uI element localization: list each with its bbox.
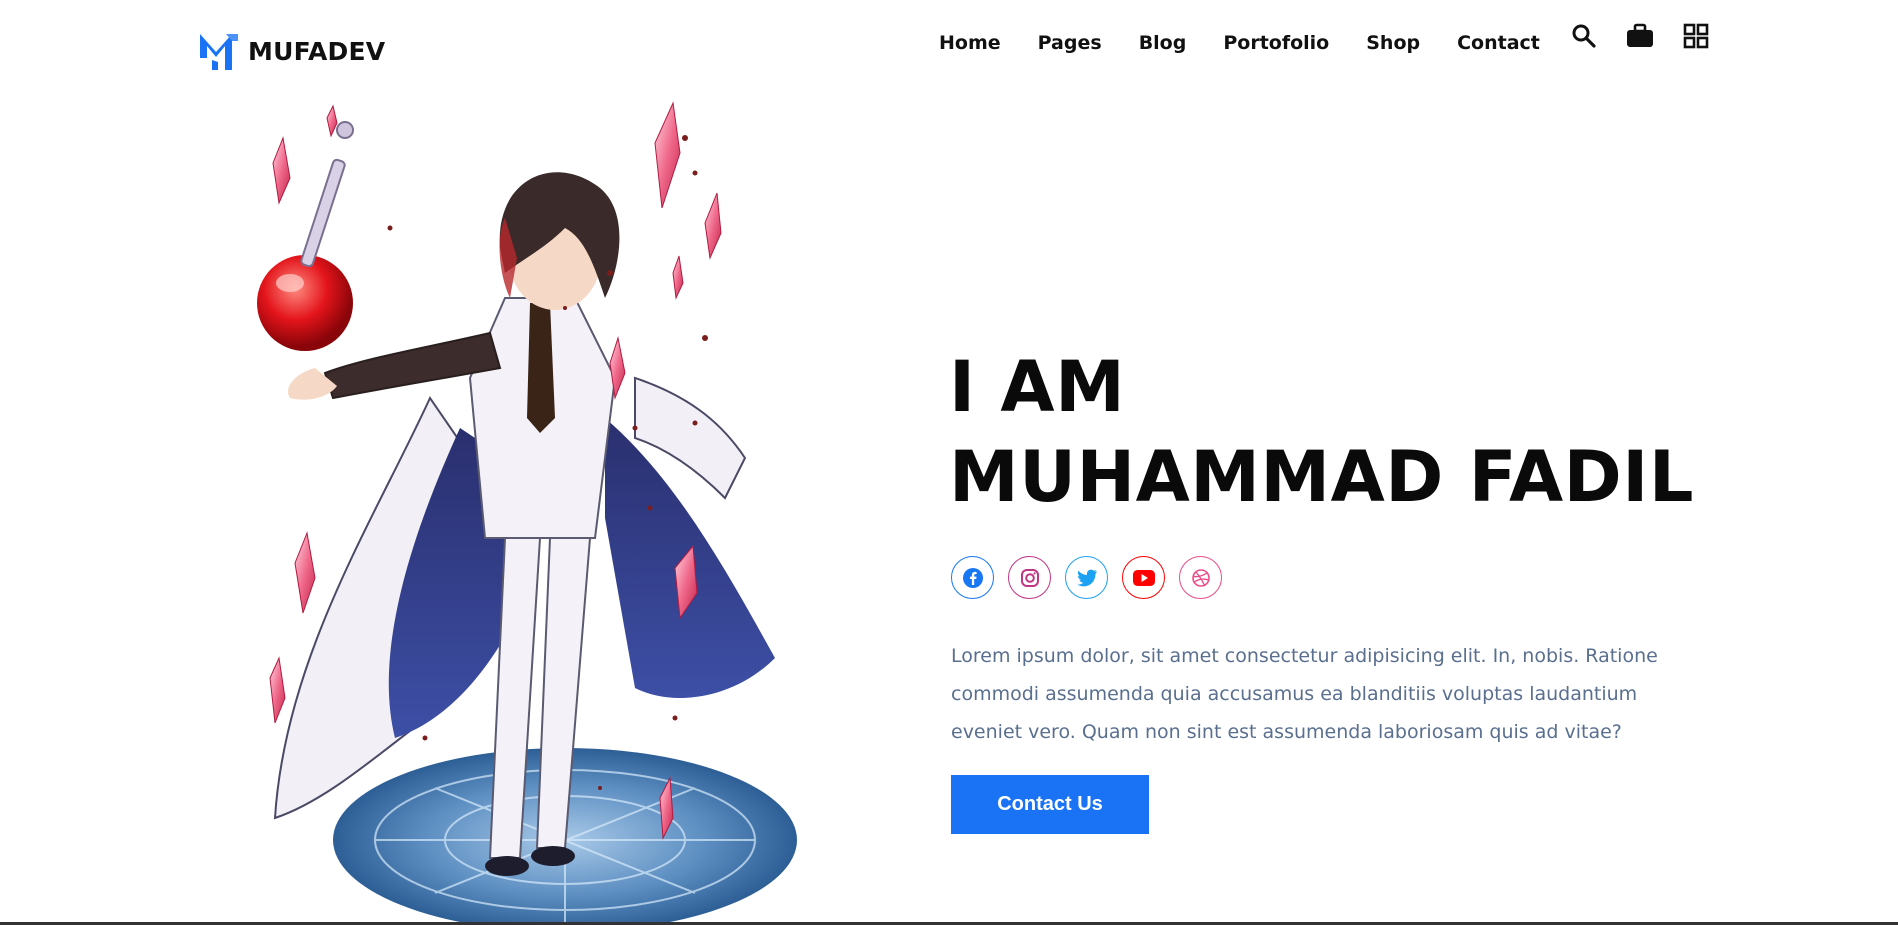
hero-illustration: [255, 98, 880, 925]
nav-shop[interactable]: Shop: [1366, 32, 1420, 54]
dribbble-icon[interactable]: [1179, 556, 1222, 599]
hero-description: Lorem ipsum dolor, sit amet consectetur …: [951, 645, 1658, 743]
brand-logo[interactable]: MUFADEV: [198, 30, 385, 72]
nav-home[interactable]: Home: [939, 32, 1001, 54]
social-links: [951, 556, 1222, 599]
hero-title-line1: I AM: [949, 346, 1126, 428]
grid-icon[interactable]: [1682, 22, 1710, 50]
brand-name: MUFADEV: [248, 36, 386, 66]
site-header: MUFADEV Home Pages Blog Portofolio Shop …: [0, 0, 1898, 92]
hero-title: I AM MUHAMMAD FADIL: [949, 342, 1694, 522]
contact-us-button[interactable]: Contact Us: [951, 775, 1149, 834]
header-actions: [1570, 22, 1710, 50]
nav-pages[interactable]: Pages: [1038, 32, 1102, 54]
main-nav: Home Pages Blog Portofolio Shop Contact: [939, 32, 1577, 54]
briefcase-icon[interactable]: [1626, 22, 1654, 50]
nav-contact[interactable]: Contact: [1457, 32, 1540, 54]
twitter-icon[interactable]: [1065, 556, 1108, 599]
youtube-icon[interactable]: [1122, 556, 1165, 599]
instagram-icon[interactable]: [1008, 556, 1051, 599]
facebook-icon[interactable]: [951, 556, 994, 599]
search-icon[interactable]: [1570, 22, 1598, 50]
hero-title-line2: MUHAMMAD FADIL: [949, 436, 1694, 518]
nav-portofolio[interactable]: Portofolio: [1223, 32, 1329, 54]
brand-logo-mark: [200, 34, 238, 70]
nav-blog[interactable]: Blog: [1139, 32, 1187, 54]
